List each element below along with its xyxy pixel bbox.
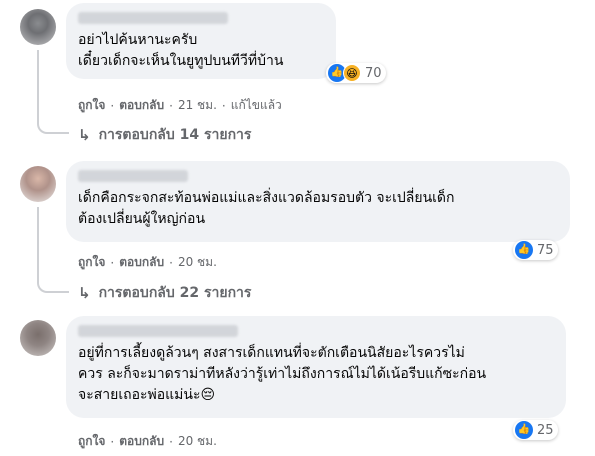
- comment-bubble: อยู่ที่การเลี้ยงดูล้วนๆ สงสารเด็กแทนที่จ…: [66, 316, 566, 418]
- comment-text: เด็กคือกระจกสะท้อนพ่อแม่และสิ่งแวดล้อมรอ…: [78, 190, 455, 227]
- separator-dot: ·: [169, 98, 173, 113]
- avatar[interactable]: [20, 9, 56, 45]
- thumbs-up-icon: 👍: [515, 241, 533, 259]
- view-replies-link[interactable]: ↳ การตอบกลับ 22 รายการ: [78, 282, 251, 304]
- thread-line: [37, 50, 69, 134]
- thread-line: [37, 207, 69, 293]
- reply-arrow-icon: ↳: [78, 126, 91, 144]
- separator-dot: ·: [110, 434, 115, 449]
- reaction-summary[interactable]: 👍 25: [513, 420, 558, 440]
- separator-dot: ·: [169, 255, 173, 270]
- separator-dot: ·: [221, 98, 226, 113]
- reaction-summary[interactable]: 👍 75: [513, 240, 558, 260]
- reply-link[interactable]: ตอบกลับ: [119, 432, 164, 451]
- reaction-count: 70: [365, 65, 382, 81]
- like-link[interactable]: ถูกใจ: [78, 432, 105, 451]
- thumbs-up-icon: 👍: [515, 421, 533, 439]
- separator-dot: ·: [110, 255, 115, 270]
- comment-text: อยู่ที่การเลี้ยงดูล้วนๆ สงสารเด็กแทนที่จ…: [78, 345, 487, 403]
- reaction-count: 25: [537, 422, 554, 438]
- author-name-blurred[interactable]: [78, 325, 238, 337]
- reaction-summary[interactable]: 👍 😆 70: [326, 63, 386, 83]
- replies-count-label: การตอบกลับ 22 รายการ: [98, 285, 252, 301]
- separator-dot: ·: [169, 434, 173, 449]
- avatar[interactable]: [20, 166, 56, 202]
- timestamp[interactable]: 20 ชม.: [178, 432, 217, 451]
- timestamp[interactable]: 20 ชม.: [178, 253, 217, 272]
- view-replies-link[interactable]: ↳ การตอบกลับ 14 รายการ: [78, 124, 251, 146]
- comment-actions: ถูกใจ · ตอบกลับ · 21 ชม. · แก้ไขแล้ว: [78, 96, 282, 115]
- comment-bubble: อย่าไปค้นหานะครับ เดี๋ยวเด็กจะเห็นในยูทู…: [66, 3, 336, 79]
- like-link[interactable]: ถูกใจ: [78, 96, 105, 115]
- separator-dot: ·: [110, 98, 115, 113]
- avatar[interactable]: [20, 320, 56, 356]
- comment-text: อย่าไปค้นหานะครับ เดี๋ยวเด็กจะเห็นในยูทู…: [78, 32, 284, 69]
- author-name-blurred[interactable]: [78, 12, 228, 24]
- comment-bubble: เด็กคือกระจกสะท้อนพ่อแม่และสิ่งแวดล้อมรอ…: [66, 161, 570, 242]
- comment-actions: ถูกใจ · ตอบกลับ · 20 ชม.: [78, 253, 217, 272]
- like-link[interactable]: ถูกใจ: [78, 253, 105, 272]
- edited-label[interactable]: แก้ไขแล้ว: [231, 96, 282, 115]
- reply-link[interactable]: ตอบกลับ: [119, 96, 164, 115]
- reaction-count: 75: [537, 242, 554, 258]
- reply-arrow-icon: ↳: [78, 284, 91, 302]
- haha-emoji-icon: 😆: [343, 64, 361, 82]
- timestamp[interactable]: 21 ชม.: [178, 96, 217, 115]
- replies-count-label: การตอบกลับ 14 รายการ: [98, 127, 252, 143]
- reply-link[interactable]: ตอบกลับ: [119, 253, 164, 272]
- comment-actions: ถูกใจ · ตอบกลับ · 20 ชม.: [78, 432, 217, 451]
- author-name-blurred[interactable]: [78, 170, 188, 182]
